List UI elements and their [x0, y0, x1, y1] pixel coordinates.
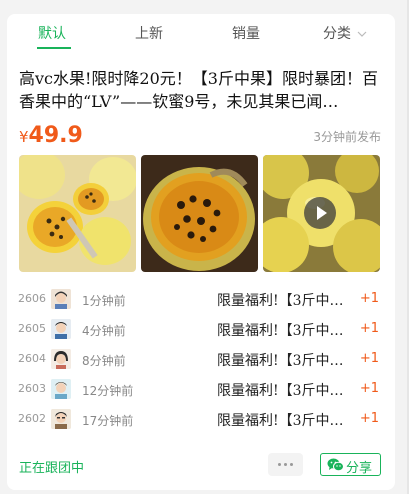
order-product: 限量福利!【3斤中果】限时暴团 [217, 413, 357, 429]
order-quantity: +1 [359, 381, 379, 396]
order-seq: 2602 [18, 412, 46, 425]
yellow-passion-fruit-video[interactable] [263, 155, 380, 272]
product-price: ¥49.9 [19, 123, 83, 148]
order-time: 4分钟前 [82, 324, 126, 338]
passion-fruit-halves-photo[interactable] [19, 155, 136, 272]
share-label: 分享 [346, 461, 373, 476]
avatar [51, 379, 71, 399]
currency-symbol: ¥ [19, 128, 29, 146]
tab-category[interactable]: 分类 [323, 23, 367, 43]
order-product: 限量福利!【3斤中果】限时暴团 [217, 293, 357, 309]
order-time: 1分钟前 [82, 294, 126, 308]
price-value: 49.9 [28, 123, 83, 148]
share-button[interactable]: 分享 [320, 453, 381, 476]
list-item: 2603 12分钟前 限量福利!【3斤中果】限时暴团 +1 [7, 377, 395, 401]
order-quantity: +1 [359, 411, 379, 426]
more-dots-icon-dot [284, 463, 287, 466]
tab-new[interactable]: 上新 [135, 23, 163, 43]
order-seq: 2603 [18, 382, 46, 395]
list-item: 2604 8分钟前 限量福利!【3斤中果】限时暴团 +1 [7, 347, 395, 371]
order-quantity: +1 [359, 351, 379, 366]
play-icon[interactable] [304, 197, 336, 229]
avatar [51, 409, 71, 429]
avatar [51, 349, 71, 369]
order-seq: 2605 [18, 322, 46, 335]
order-quantity: +1 [359, 291, 379, 306]
more-dots-icon-dot [290, 463, 293, 466]
list-item: 2602 17分钟前 限量福利!【3斤中果】限时暴团 +1 [7, 407, 395, 431]
group-status: 正在跟团中 [19, 461, 85, 476]
wechat-icon [327, 458, 344, 472]
more-button[interactable] [268, 453, 303, 476]
sort-tabs: 默认 上新 销量 分类 [7, 14, 395, 50]
avatar [51, 289, 71, 309]
more-dots-icon [278, 463, 281, 466]
avatar [51, 319, 71, 339]
tab-default[interactable]: 默认 [38, 23, 66, 43]
active-tab-indicator [37, 47, 71, 49]
order-seq: 2606 [18, 292, 46, 305]
order-quantity: +1 [359, 321, 379, 336]
tab-category-label: 分类 [323, 26, 351, 42]
order-product: 限量福利!【3斤中果】限时暴团 [217, 323, 357, 339]
chevron-down-icon [357, 31, 367, 37]
product-title[interactable]: 高vc水果!限时降20元！【3斤中果】限时暴团！百香果中的“LV”——钦蜜9号，… [19, 67, 381, 113]
order-seq: 2604 [18, 352, 46, 365]
passion-fruit-pulp-photo[interactable] [141, 155, 258, 272]
publish-time: 3分钟前发布 [313, 130, 381, 144]
order-time: 17分钟前 [82, 414, 134, 428]
tab-sales[interactable]: 销量 [232, 23, 260, 43]
order-product: 限量福利!【3斤中果】限时暴团 [217, 353, 357, 369]
list-item: 2606 1分钟前 限量福利!【3斤中果】限时暴团 +1 [7, 287, 395, 311]
order-product: 限量福利!【3斤中果】限时暴团 [217, 383, 357, 399]
order-time: 8分钟前 [82, 354, 126, 368]
order-time: 12分钟前 [82, 384, 134, 398]
list-item: 2605 4分钟前 限量福利!【3斤中果】限时暴团 +1 [7, 317, 395, 341]
group-buy-card: 默认 上新 销量 分类 高vc水果!限时降20元！【3斤中果】限时暴团！百香果中… [7, 14, 395, 490]
